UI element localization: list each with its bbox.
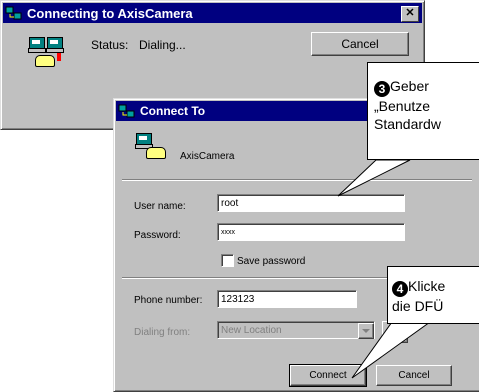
dialing-from-dropdown-button[interactable] [358, 323, 374, 339]
user-name-field[interactable]: root [217, 194, 405, 212]
connect-button[interactable]: Connect [289, 364, 367, 387]
phone-number-label: Phone number: [134, 295, 203, 306]
dialing-properties-button[interactable] [382, 321, 408, 343]
phone-number-field[interactable]: 123123 [217, 290, 357, 308]
connecting-cancel-button[interactable]: Cancel [311, 32, 409, 56]
save-password-label[interactable]: Save password [237, 256, 305, 267]
step-4-number: 4 [392, 281, 408, 297]
close-button[interactable]: ✕ [401, 6, 419, 22]
callout-step-4: 4 Klicke die DFÜ [387, 266, 479, 324]
step-3-line-3: Standardw [374, 116, 441, 132]
separator [122, 179, 472, 181]
step-3-line-2: „Benutze [374, 98, 431, 114]
connecting-title: Connecting to AxisCamera [27, 5, 193, 21]
dialing-from-label: Dialing from: [134, 327, 191, 338]
dialing-from-select[interactable]: New Location [217, 321, 375, 339]
save-password-checkbox[interactable] [221, 254, 234, 267]
connection-name: AxisCamera [180, 151, 235, 162]
dialup-icon [5, 5, 23, 21]
step-3-number: 3 [374, 81, 390, 97]
password-label: Password: [134, 230, 181, 241]
status-value: Dialing... [139, 38, 186, 52]
chevron-down-icon [362, 329, 370, 333]
dialup-icon [118, 103, 136, 119]
status-label: Status: [91, 38, 129, 52]
step-4-line-2: die DFÜ [392, 298, 444, 314]
cancel-button[interactable]: Cancel [376, 365, 452, 386]
user-name-label: User name: [134, 201, 186, 212]
step-3-line-1: Geber [390, 78, 429, 94]
callout-step-3: 3 Geber „Benutze Standardw [367, 62, 479, 160]
connecting-computers-icon [28, 37, 64, 69]
step-4-line-1: Klicke [408, 278, 446, 294]
password-field[interactable]: xxxx [217, 223, 405, 241]
connection-icon [135, 133, 170, 163]
connecting-titlebar[interactable]: Connecting to AxisCamera ✕ [3, 3, 422, 23]
connect-to-title: Connect To [140, 104, 206, 118]
